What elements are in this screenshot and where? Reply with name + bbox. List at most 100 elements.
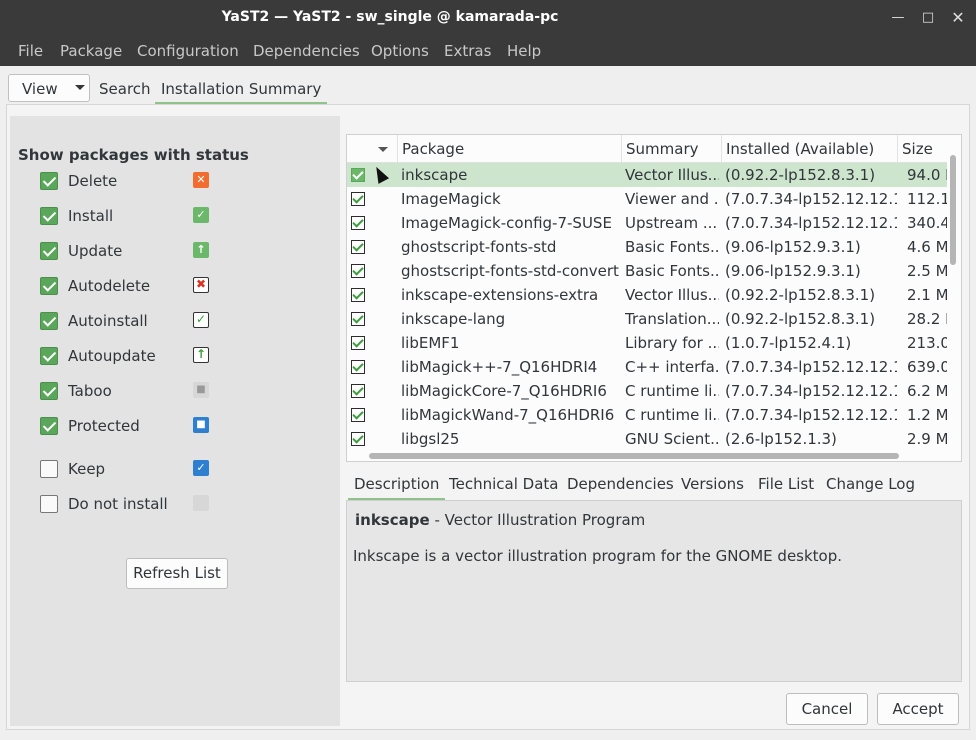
package-summary: Translation... bbox=[625, 310, 719, 328]
package-name: libMagickWand-7_Q16HDRI6 bbox=[401, 406, 615, 424]
description-text: Inkscape is a vector illustration progra… bbox=[353, 547, 843, 565]
menu-help[interactable]: Help bbox=[507, 42, 541, 60]
tab-dependencies[interactable]: Dependencies bbox=[567, 475, 674, 493]
package-version: (7.0.7.34-lp152.12.12.1) bbox=[725, 406, 897, 424]
column-separator bbox=[621, 135, 622, 163]
checkbox[interactable] bbox=[40, 242, 58, 260]
filter-label: Autoinstall bbox=[68, 312, 148, 330]
checkbox[interactable] bbox=[40, 207, 58, 225]
autoinstall-status-icon: ✓ bbox=[193, 312, 209, 328]
menu-bar: File Package Configuration Dependencies … bbox=[0, 36, 976, 66]
cancel-button[interactable]: Cancel bbox=[786, 693, 868, 725]
tab-installation-summary[interactable]: Installation Summary bbox=[155, 80, 328, 104]
row-checkbox[interactable] bbox=[351, 408, 365, 422]
tab-versions[interactable]: Versions bbox=[681, 475, 744, 493]
column-size[interactable]: Size bbox=[902, 140, 933, 158]
table-row[interactable]: libMagick++-7_Q16HDRI4 C++ interfa... (7… bbox=[347, 355, 947, 379]
row-checkbox[interactable] bbox=[351, 288, 365, 302]
close-icon[interactable]: ✕ bbox=[948, 8, 968, 28]
menu-dependencies[interactable]: Dependencies bbox=[253, 42, 360, 60]
tab-file-list[interactable]: File List bbox=[758, 475, 814, 493]
package-summary: GNU Scient... bbox=[625, 430, 719, 448]
checkbox[interactable] bbox=[40, 382, 58, 400]
checkbox[interactable] bbox=[40, 495, 58, 513]
checkbox[interactable] bbox=[40, 460, 58, 478]
row-checkbox[interactable] bbox=[351, 216, 365, 230]
column-summary[interactable]: Summary bbox=[626, 140, 699, 158]
column-package[interactable]: Package bbox=[402, 140, 464, 158]
table-row[interactable]: ghostscript-fonts-std Basic Fonts... (9.… bbox=[347, 235, 947, 259]
package-name: libMagickCore-7_Q16HDRI6 bbox=[401, 382, 607, 400]
table-row[interactable]: libgsl25 GNU Scient... (2.6-lp152.1.3) 2… bbox=[347, 427, 947, 451]
filter-label: Keep bbox=[68, 460, 106, 478]
row-checkbox[interactable] bbox=[351, 336, 365, 350]
package-version: (2.6-lp152.1.3) bbox=[725, 430, 837, 448]
package-size: 4.6 M bbox=[907, 238, 947, 256]
checkbox[interactable] bbox=[40, 172, 58, 190]
table-row[interactable]: inkscape-lang Translation... (0.92.2-lp1… bbox=[347, 307, 947, 331]
refresh-list-button[interactable]: Refresh List bbox=[126, 558, 228, 589]
package-summary: Library for ... bbox=[625, 334, 719, 352]
autoupdate-status-icon: ↑ bbox=[193, 347, 209, 363]
row-checkbox[interactable] bbox=[351, 432, 365, 446]
vertical-scrollbar[interactable] bbox=[950, 155, 956, 265]
row-checkbox[interactable] bbox=[351, 168, 365, 182]
checkbox[interactable] bbox=[40, 347, 58, 365]
sort-arrow-icon[interactable] bbox=[378, 147, 388, 152]
column-installed[interactable]: Installed (Available) bbox=[726, 140, 874, 158]
package-summary: Upstream ... bbox=[625, 214, 718, 232]
tab-description[interactable]: Description bbox=[348, 475, 446, 500]
checkbox[interactable] bbox=[40, 417, 58, 435]
checkbox[interactable] bbox=[40, 312, 58, 330]
package-size: 2.5 M bbox=[907, 262, 947, 280]
menu-file[interactable]: File bbox=[18, 42, 43, 60]
table-row[interactable]: libEMF1 Library for ... (1.0.7-lp152.4.1… bbox=[347, 331, 947, 355]
package-table: Package Summary Installed (Available) Si… bbox=[346, 134, 962, 462]
table-row[interactable]: ghostscript-fonts-std-convert... Basic F… bbox=[347, 259, 947, 283]
maximize-icon[interactable]: □ bbox=[918, 8, 938, 28]
menu-configuration[interactable]: Configuration bbox=[137, 42, 239, 60]
checkbox[interactable] bbox=[40, 277, 58, 295]
package-name: ghostscript-fonts-std bbox=[401, 238, 557, 256]
update-status-icon: ↑ bbox=[193, 242, 209, 258]
package-summary: Vector Illus... bbox=[625, 166, 719, 184]
tab-technical-data[interactable]: Technical Data bbox=[449, 475, 558, 493]
table-row[interactable]: inkscape Vector Illus... (0.92.2-lp152.8… bbox=[347, 163, 947, 187]
table-row[interactable]: libMagickWand-7_Q16HDRI6 C runtime li...… bbox=[347, 403, 947, 427]
table-row[interactable]: ImageMagick-config-7-SUSE Upstream ... (… bbox=[347, 211, 947, 235]
package-size: 639.0 bbox=[907, 358, 947, 376]
menu-package[interactable]: Package bbox=[60, 42, 122, 60]
horizontal-scrollbar[interactable] bbox=[369, 453, 899, 459]
table-header: Package Summary Installed (Available) Si… bbox=[347, 135, 947, 163]
package-size: 112.1 bbox=[907, 190, 947, 208]
table-row[interactable]: inkscape-extensions-extra Vector Illus..… bbox=[347, 283, 947, 307]
row-checkbox[interactable] bbox=[351, 240, 365, 254]
menu-options[interactable]: Options bbox=[371, 42, 429, 60]
package-summary: Viewer and ... bbox=[625, 190, 719, 208]
description-title: inkscape - Vector Illustration Program bbox=[355, 511, 645, 529]
package-name: ImageMagick-config-7-SUSE bbox=[401, 214, 612, 232]
package-name: libgsl25 bbox=[401, 430, 460, 448]
row-checkbox[interactable] bbox=[351, 312, 365, 326]
row-checkbox[interactable] bbox=[351, 264, 365, 278]
column-separator bbox=[397, 135, 398, 163]
table-row[interactable]: ImageMagick Viewer and ... (7.0.7.34-lp1… bbox=[347, 187, 947, 211]
tab-change-log[interactable]: Change Log bbox=[826, 475, 915, 493]
view-dropdown[interactable]: View bbox=[8, 74, 90, 102]
row-checkbox[interactable] bbox=[351, 192, 365, 206]
filter-label: Protected bbox=[68, 417, 140, 435]
package-name: inkscape-extensions-extra bbox=[401, 286, 599, 304]
package-version: (9.06-lp152.9.3.1) bbox=[725, 262, 861, 280]
accept-button[interactable]: Accept bbox=[877, 693, 959, 725]
package-name: ImageMagick bbox=[401, 190, 501, 208]
table-row[interactable]: libMagickCore-7_Q16HDRI6 C runtime li...… bbox=[347, 379, 947, 403]
column-separator bbox=[897, 135, 898, 163]
row-checkbox[interactable] bbox=[351, 384, 365, 398]
menu-extras[interactable]: Extras bbox=[444, 42, 491, 60]
tab-search[interactable]: Search bbox=[99, 80, 151, 98]
row-checkbox[interactable] bbox=[351, 360, 365, 374]
package-size: 94.0 M bbox=[907, 166, 947, 184]
package-version: (1.0.7-lp152.4.1) bbox=[725, 334, 852, 352]
minimize-icon[interactable]: — bbox=[888, 8, 908, 28]
status-filter-panel: Show packages with status Delete ✕ Insta… bbox=[10, 116, 340, 726]
